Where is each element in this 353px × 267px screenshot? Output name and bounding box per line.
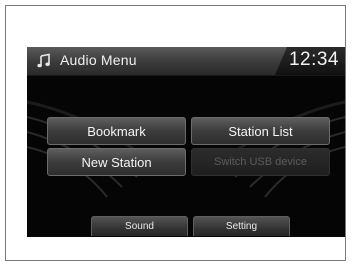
audio-menu-screen: Audio Menu 12:34 Bookmark Station List N… — [27, 47, 345, 237]
switch-usb-device-button[interactable]: Switch USB device — [191, 148, 330, 176]
figure-frame: Audio Menu 12:34 Bookmark Station List N… — [5, 5, 346, 261]
station-list-button[interactable]: Station List — [191, 117, 330, 145]
tab-sound[interactable]: Sound — [91, 216, 188, 236]
header-bar: Audio Menu 12:34 — [27, 47, 345, 76]
music-note-icon — [37, 53, 50, 68]
tab-setting[interactable]: Setting — [193, 216, 290, 236]
page-title: Audio Menu — [60, 52, 137, 68]
clock-display: 12:34 — [288, 49, 339, 70]
new-station-button[interactable]: New Station — [47, 148, 186, 176]
bookmark-button[interactable]: Bookmark — [47, 117, 186, 145]
